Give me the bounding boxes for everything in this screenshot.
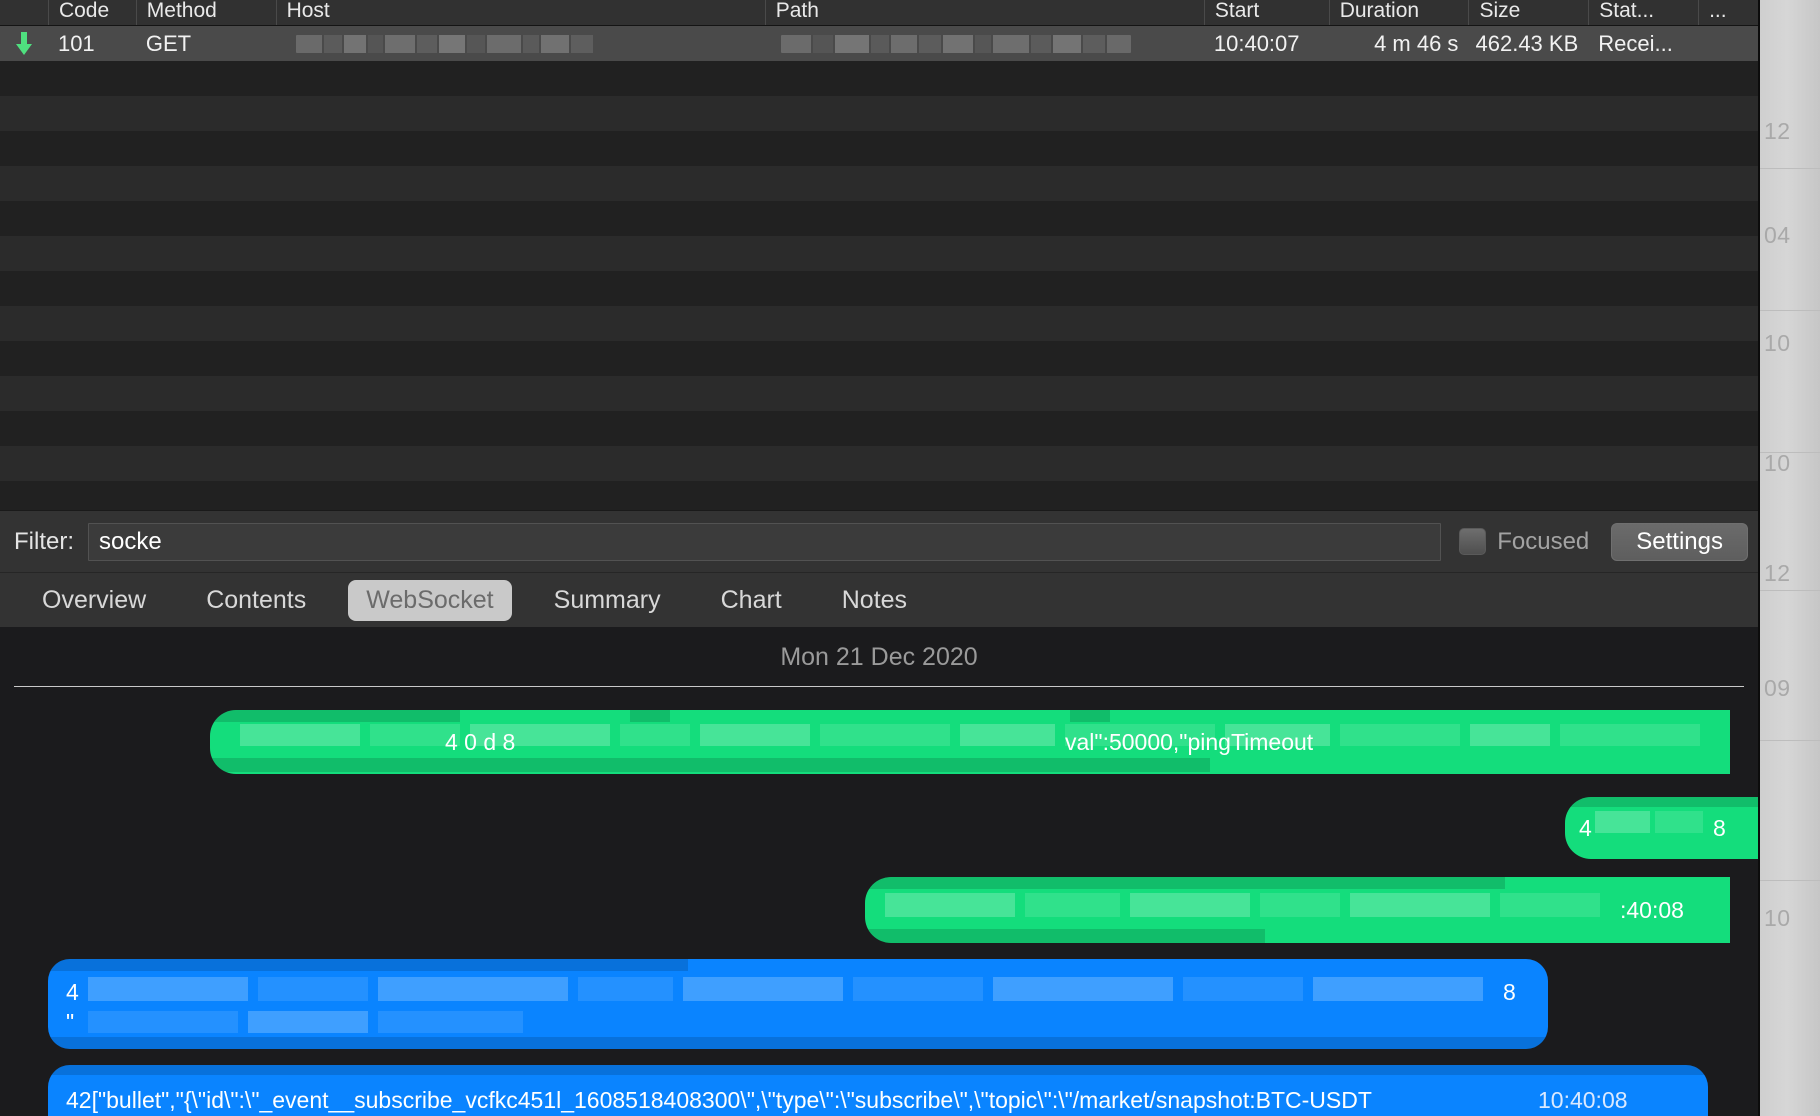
message-bubble-outgoing[interactable]: 42["bullet","{\"id\":\"_event__subscribe… — [48, 1065, 1708, 1116]
column-header-method[interactable]: Method — [135, 0, 276, 25]
bg-fragment: 10 — [1764, 450, 1791, 476]
tab-summary[interactable]: Summary — [536, 580, 679, 621]
cell-path-redacted — [765, 26, 1204, 61]
column-header-code[interactable]: Code — [47, 0, 136, 25]
table-row[interactable]: 101 GET 10:40:07 4 m 46 s 462.43 KB Rece… — [0, 26, 1758, 61]
date-divider — [14, 686, 1744, 687]
tab-chart[interactable]: Chart — [703, 580, 800, 621]
column-header-size[interactable]: Size — [1468, 0, 1588, 25]
column-header-status[interactable]: Stat... — [1588, 0, 1698, 25]
background-window-sliver: 12 04 10 10 12 09 10 — [1758, 0, 1820, 1116]
websocket-session-window: 12 04 10 10 12 09 10 Code Method Host Pa… — [0, 0, 1820, 1116]
cell-method: GET — [145, 30, 192, 56]
tab-websocket[interactable]: WebSocket — [348, 579, 512, 621]
focused-checkbox-group[interactable]: Focused — [1459, 528, 1589, 556]
message-fragment-line2: " — [66, 1009, 75, 1035]
bg-fragment: 12 — [1764, 560, 1791, 586]
filter-bar: Filter: Focused Settings — [0, 510, 1758, 572]
tab-contents[interactable]: Contents — [188, 580, 324, 621]
message-fragment-right: 8 — [1713, 815, 1726, 841]
bg-fragment: 12 — [1764, 118, 1791, 144]
column-header-overflow[interactable]: ... — [1698, 0, 1758, 25]
column-header-path[interactable]: Path — [764, 0, 1204, 25]
bg-fragment: 09 — [1764, 675, 1791, 701]
cell-host-redacted — [276, 26, 765, 61]
cell-duration: 4 m 46 s — [1374, 30, 1459, 56]
column-header-icon[interactable] — [0, 0, 48, 25]
tab-overview[interactable]: Overview — [24, 580, 164, 621]
request-table[interactable]: Code Method Host Path Start Duration Siz… — [0, 0, 1758, 510]
message-bubble-incoming[interactable]: 4 8 — [1565, 797, 1758, 859]
message-bubble-outgoing[interactable]: 4 " 8 — [48, 959, 1548, 1049]
cell-overflow — [1698, 26, 1758, 61]
message-fragment-left: 4 — [1579, 815, 1592, 841]
bg-fragment: 10 — [1764, 905, 1791, 931]
bg-fragment: 10 — [1764, 330, 1791, 356]
tab-notes[interactable]: Notes — [824, 580, 925, 621]
message-timestamp: :40:08 — [1620, 897, 1684, 923]
message-text: 42["bullet","{\"id\":\"_event__subscribe… — [66, 1087, 1372, 1113]
message-bubble-incoming[interactable]: 4 0 d 8 val":50000,"pingTimeout — [210, 710, 1730, 774]
focused-checkbox[interactable] — [1459, 528, 1487, 555]
download-arrow-icon — [0, 26, 48, 61]
message-bubble-incoming[interactable]: :40:08 — [865, 877, 1730, 943]
cell-status: Recei... — [1598, 30, 1673, 56]
cell-start: 10:40:07 — [1213, 30, 1300, 56]
settings-button[interactable]: Settings — [1611, 522, 1748, 561]
message-timestamp: 10:40:08 — [1538, 1087, 1628, 1113]
table-header-row: Code Method Host Path Start Duration Siz… — [0, 0, 1758, 26]
date-header: Mon 21 Dec 2020 — [780, 643, 978, 671]
message-fragment-mid: 4 0 d 8 — [445, 729, 516, 755]
filter-label: Filter: — [14, 527, 74, 555]
bg-fragment: 04 — [1764, 222, 1791, 248]
cell-code: 101 — [57, 30, 95, 56]
focused-label: Focused — [1497, 527, 1590, 555]
message-fragment-right: 8 — [1503, 979, 1516, 1005]
tab-bar: Overview Contents WebSocket Summary Char… — [0, 572, 1758, 627]
message-fragment-left: 4 — [66, 979, 79, 1005]
websocket-message-pane[interactable]: Mon 21 Dec 2020 4 0 d 8 val":50000,"ping… — [0, 627, 1758, 1116]
column-header-host[interactable]: Host — [275, 0, 765, 25]
empty-row-stripes — [0, 61, 1758, 510]
column-header-start[interactable]: Start — [1203, 0, 1329, 25]
column-header-duration[interactable]: Duration — [1328, 0, 1469, 25]
cell-size: 462.43 KB — [1475, 30, 1579, 56]
filter-input[interactable] — [88, 522, 1442, 561]
message-fragment-right: val":50000,"pingTimeout — [1065, 729, 1314, 755]
